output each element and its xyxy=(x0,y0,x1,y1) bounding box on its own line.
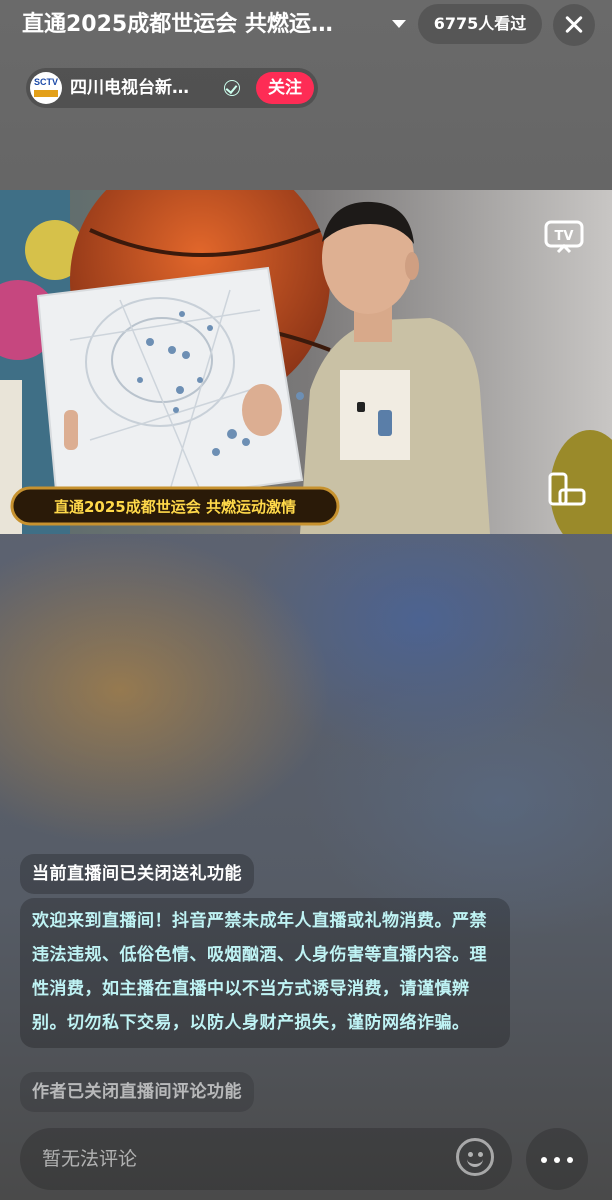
comment-input[interactable]: 暂无法评论 xyxy=(20,1128,512,1190)
bottom-bar: 暂无法评论 xyxy=(0,1118,612,1200)
verified-icon xyxy=(224,80,240,96)
avatar-logo-text: SCTV xyxy=(33,77,58,87)
video-caption: 直通2025成都世运会 共燃运动激情 xyxy=(54,498,296,516)
rotate-screen-icon[interactable] xyxy=(546,470,586,510)
viewer-count[interactable]: 6775人看过 xyxy=(418,4,542,44)
top-bar: 直通2025成都世运会 共燃运… 6775人看过 xyxy=(0,0,612,50)
close-icon[interactable] xyxy=(553,4,595,46)
video-frame: 直通2025成都世运会 共燃运动激情 xyxy=(0,190,612,534)
more-icon[interactable] xyxy=(526,1128,588,1190)
chat-message-platform-notice: 欢迎来到直播间！抖音严禁未成年人直播或礼物消费。严禁违法违规、低俗色情、吸烟酗酒… xyxy=(20,898,510,1048)
avatar[interactable]: SCTV xyxy=(30,72,62,104)
comment-placeholder: 暂无法评论 xyxy=(42,1148,138,1170)
avatar-logo-bar xyxy=(34,90,58,97)
video-player[interactable]: 直通2025成都世运会 共燃运动激情 xyxy=(0,190,612,534)
chat-message-comments-closed: 作者已关闭直播间评论功能 xyxy=(20,1072,254,1112)
anchor-info[interactable]: SCTV 四川电视台新… 关注 xyxy=(26,68,318,108)
dropdown-caret-icon[interactable] xyxy=(392,20,406,28)
anchor-name[interactable]: 四川电视台新… xyxy=(70,68,210,108)
tv-icon-label: TV xyxy=(555,229,574,244)
live-title[interactable]: 直通2025成都世运会 共燃运… xyxy=(22,10,384,40)
chat-message-gift-closed: 当前直播间已关闭送礼功能 xyxy=(20,854,254,894)
tv-icon[interactable]: TV xyxy=(544,218,584,254)
follow-button[interactable]: 关注 xyxy=(256,72,314,104)
emoji-icon[interactable] xyxy=(456,1138,494,1176)
